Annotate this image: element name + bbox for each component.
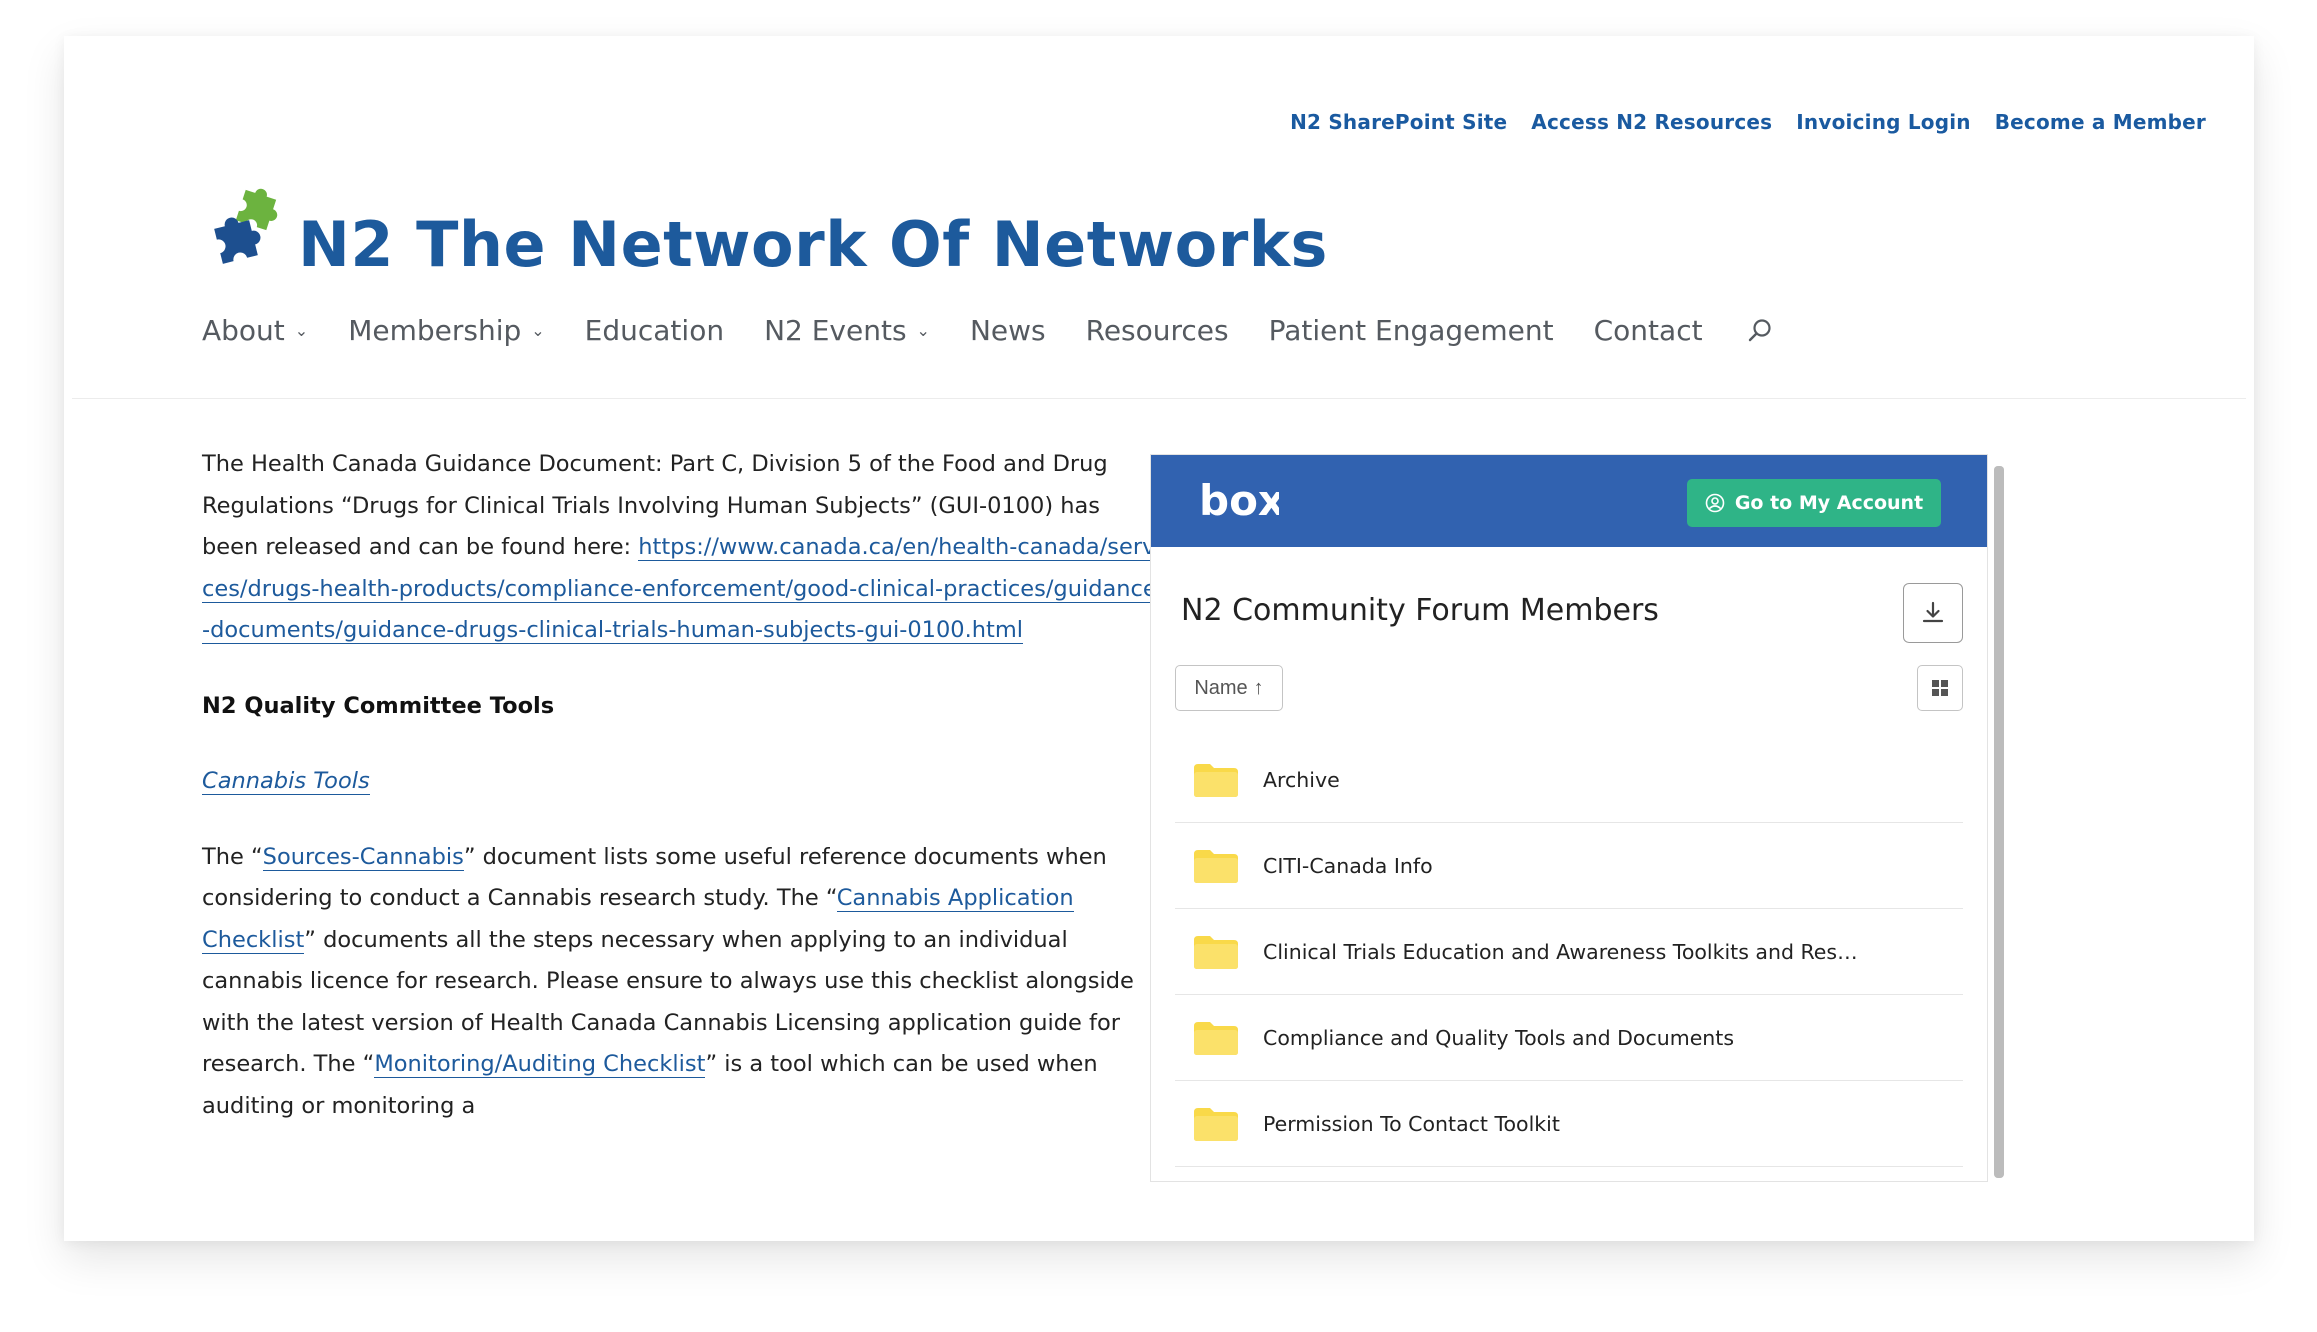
top-link-sharepoint[interactable]: N2 SharePoint Site (1290, 110, 1507, 134)
nav-about[interactable]: About ⌄ (202, 314, 308, 347)
chevron-down-icon: ⌄ (916, 321, 930, 340)
nav-contact[interactable]: Contact (1594, 314, 1703, 347)
sources-cannabis-link[interactable]: Sources-Cannabis (262, 843, 464, 871)
folder-list: Archive CITI-Canada Info Clinical Trials… (1175, 737, 1963, 1167)
embed-scrollbar-thumb[interactable] (1994, 466, 2004, 1178)
download-icon (1922, 601, 1944, 623)
list-item[interactable]: CITI-Canada Info (1175, 823, 1963, 909)
nav-resources[interactable]: Resources (1086, 314, 1229, 347)
folder-icon (1194, 763, 1238, 797)
sort-by-name-button[interactable]: Name ↑ (1175, 665, 1283, 711)
folder-icon (1194, 849, 1238, 883)
article-content: The Health Canada Guidance Document: Par… (202, 444, 1162, 1161)
top-link-become-member[interactable]: Become a Member (1995, 110, 2206, 134)
chevron-down-icon: ⌄ (531, 321, 545, 340)
nav-label: Membership (348, 314, 522, 347)
site-title: N2 The Network Of Networks (298, 207, 1328, 281)
main-nav: About ⌄ Membership ⌄ Education N2 Events… (202, 314, 1773, 347)
list-item[interactable]: Compliance and Quality Tools and Documen… (1175, 995, 1963, 1081)
guidance-paragraph: The Health Canada Guidance Document: Par… (202, 444, 1162, 652)
box-header: box Go to My Account (1151, 455, 1987, 547)
folder-name: CITI-Canada Info (1263, 853, 1433, 878)
grid-icon (1932, 680, 1948, 696)
top-links: N2 SharePoint Site Access N2 Resources I… (1290, 110, 2206, 134)
search-icon[interactable] (1747, 318, 1773, 344)
grid-view-button[interactable] (1917, 665, 1963, 711)
folder-icon (1194, 935, 1238, 969)
box-embed-widget: box Go to My Account N2 Community Forum … (1150, 454, 1988, 1182)
section-heading: N2 Quality Committee Tools (202, 692, 555, 719)
box-logo-icon[interactable]: box (1199, 477, 1279, 525)
cannabis-tools-link[interactable]: Cannabis Tools (202, 768, 370, 795)
sort-label: Name (1194, 676, 1248, 699)
folder-name: Clinical Trials Education and Awareness … (1263, 939, 1863, 964)
browser-page: N2 SharePoint Site Access N2 Resources I… (64, 36, 2254, 1241)
nav-patient-engagement[interactable]: Patient Engagement (1269, 314, 1554, 347)
nav-n2-events[interactable]: N2 Events ⌄ (764, 314, 930, 347)
top-link-access-resources[interactable]: Access N2 Resources (1531, 110, 1772, 134)
site-logo[interactable]: N2 The Network Of Networks (204, 180, 1328, 281)
paragraph-text: The “ (202, 843, 263, 870)
button-label: Go to My Account (1734, 492, 1924, 514)
nav-label: Resources (1085, 314, 1229, 347)
nav-label: About (202, 314, 285, 347)
go-to-account-button[interactable]: Go to My Account (1687, 479, 1941, 527)
nav-label: News (969, 314, 1046, 347)
folder-icon (1194, 1107, 1238, 1141)
nav-news[interactable]: News (970, 314, 1046, 347)
list-item[interactable]: Archive (1175, 737, 1963, 823)
download-button[interactable] (1903, 583, 1963, 643)
nav-label: Contact (1593, 314, 1703, 347)
folder-name: Compliance and Quality Tools and Documen… (1263, 1025, 1735, 1050)
monitoring-checklist-link[interactable]: Monitoring/Auditing Checklist (374, 1051, 706, 1078)
cannabis-tools-paragraph: Cannabis Tools (202, 761, 1162, 803)
list-item[interactable]: Permission To Contact Toolkit (1175, 1081, 1963, 1167)
list-item[interactable]: Clinical Trials Education and Awareness … (1175, 909, 1963, 995)
nav-label: N2 Events (764, 314, 907, 347)
user-circle-icon (1705, 493, 1725, 513)
nav-membership[interactable]: Membership ⌄ (348, 314, 544, 347)
svg-text:box: box (1199, 477, 1279, 525)
folder-title: N2 Community Forum Members (1181, 593, 1659, 628)
header-divider (72, 398, 2246, 399)
top-link-invoicing-login[interactable]: Invoicing Login (1796, 110, 1970, 134)
nav-education[interactable]: Education (585, 314, 724, 347)
folder-name: Permission To Contact Toolkit (1263, 1111, 1560, 1136)
cannabis-description-paragraph: The “Sources-Cannabis” document lists so… (202, 837, 1162, 1128)
chevron-down-icon: ⌄ (294, 321, 309, 340)
nav-label: Patient Engagement (1268, 314, 1554, 347)
folder-name: Archive (1263, 767, 1340, 792)
arrow-up-icon: ↑ (1253, 676, 1264, 699)
puzzle-logo-icon (214, 188, 278, 264)
folder-icon (1194, 1021, 1238, 1055)
nav-label: Education (584, 314, 725, 347)
